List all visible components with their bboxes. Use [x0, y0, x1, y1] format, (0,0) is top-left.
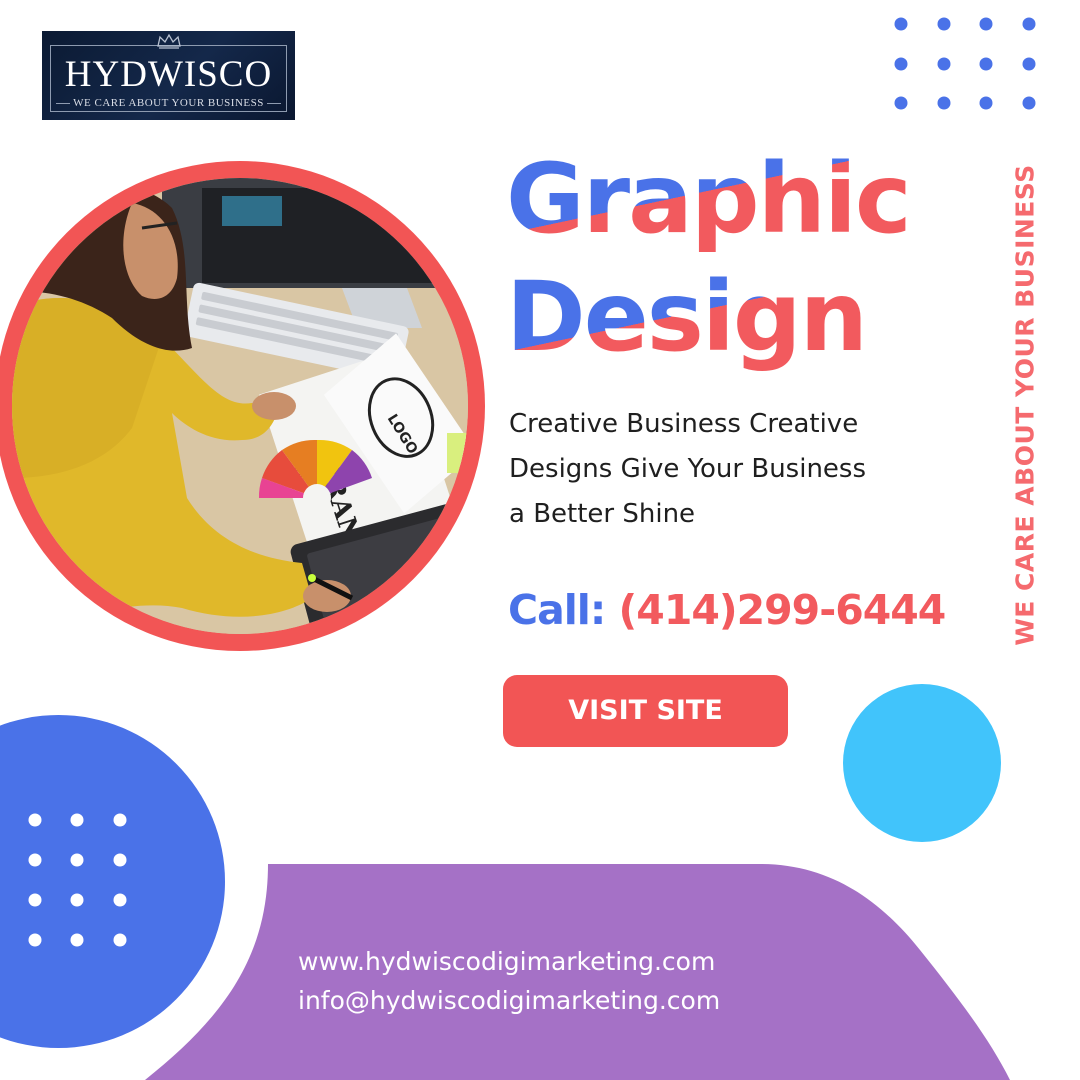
subtitle-line-3: a Better Shine [509, 499, 696, 529]
photo-frame-ring: BRAND IDENTITY LOGO [0, 161, 485, 651]
subtitle-line-2: Designs Give Your Business [509, 454, 867, 484]
logo-wordmark: HYDWISCO [64, 54, 273, 95]
dot-grid-bottom-left [28, 813, 127, 947]
headline-line-1: Graphic [506, 140, 912, 258]
phone-number[interactable]: (414)299-6444 [619, 586, 947, 634]
call-line: Call: (414)299-6444 [508, 582, 947, 638]
designer-illustration: BRAND IDENTITY LOGO [12, 178, 468, 634]
headline: Graphic Design [506, 140, 912, 376]
subtitle: Creative Business Creative Designs Give … [509, 402, 949, 537]
dot-grid-top-right [894, 17, 1036, 110]
headline-line-2: Design [506, 258, 910, 376]
designer-photo: BRAND IDENTITY LOGO [12, 178, 468, 634]
website-link[interactable]: www.hydwiscodigimarketing.com [298, 942, 720, 981]
call-label: Call: [508, 586, 606, 634]
subtitle-line-1: Creative Business Creative [509, 409, 859, 439]
vertical-tagline: WE CARE ABOUT YOUR BUSINESS [1010, 164, 1040, 646]
logo-tagline: WE CARE ABOUT YOUR BUSINESS [42, 97, 295, 109]
visit-site-button[interactable]: VISIT SITE [503, 675, 788, 747]
crown-icon [42, 33, 295, 53]
cyan-decor-circle [843, 684, 1001, 842]
ad-canvas: HYDWISCO WE CARE ABOUT YOUR BUSINESS BRA… [0, 0, 1080, 1080]
email-link[interactable]: info@hydwiscodigimarketing.com [298, 981, 720, 1020]
hydwisco-logo[interactable]: HYDWISCO WE CARE ABOUT YOUR BUSINESS [42, 31, 295, 120]
contact-info: www.hydwiscodigimarketing.com info@hydwi… [298, 942, 720, 1020]
